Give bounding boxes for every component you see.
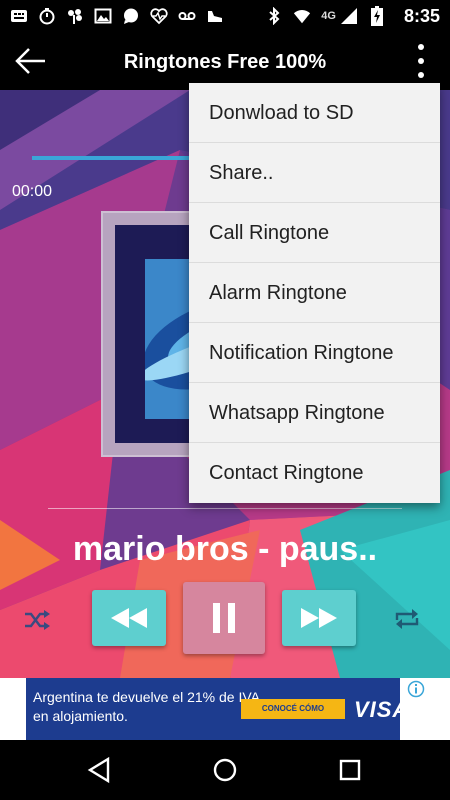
menu-item-alarm-ringtone[interactable]: Alarm Ringtone: [189, 263, 440, 323]
square-recents-icon: [339, 759, 361, 781]
shuffle-button[interactable]: [24, 610, 50, 630]
menu-item-share[interactable]: Share..: [189, 143, 440, 203]
voicemail-icon: [178, 7, 196, 25]
menu-item-notification-ringtone[interactable]: Notification Ringtone: [189, 323, 440, 383]
image-icon: [94, 7, 112, 25]
ad-content[interactable]: Argentina te devuelve el 21% de IVA en a…: [26, 678, 408, 740]
triangle-back-icon: [87, 756, 110, 784]
battery-charging-icon: [368, 6, 386, 26]
network-type-label: 4G: [321, 10, 336, 22]
divider: [48, 508, 402, 509]
pause-button[interactable]: [183, 582, 265, 654]
song-title: mario bros - paus..: [72, 530, 378, 568]
status-bar-notifications: [10, 7, 224, 25]
signal-icon: [340, 7, 358, 25]
nav-back-button[interactable]: [86, 756, 114, 784]
page-title: Ringtones Free 100%: [123, 51, 327, 73]
status-time: 8:35: [403, 5, 440, 26]
ad-cta-button[interactable]: CONOCÉ CÓMO: [241, 699, 345, 719]
rewind-icon: [111, 608, 147, 628]
status-bar-system: 4G 8:35: [265, 6, 440, 27]
status-bar: 4G 8:35: [0, 0, 450, 32]
fast-forward-button[interactable]: [282, 590, 356, 646]
repeat-icon: [395, 609, 419, 629]
nav-home-button[interactable]: [211, 756, 239, 784]
stopwatch-icon: [38, 7, 56, 25]
menu-item-whatsapp-ringtone[interactable]: Whatsapp Ringtone: [189, 383, 440, 443]
time-elapsed: 00:00: [12, 183, 53, 200]
info-icon[interactable]: [407, 680, 425, 698]
chat-icon: [122, 7, 140, 25]
tree-icon: [66, 7, 84, 25]
fast-forward-icon: [301, 608, 337, 628]
repeat-button[interactable]: [394, 608, 420, 630]
navigation-bar: [0, 740, 450, 800]
menu-item-contact-ringtone[interactable]: Contact Ringtone: [189, 443, 440, 503]
menu-item-call-ringtone[interactable]: Call Ringtone: [189, 203, 440, 263]
more-vert-icon: [418, 44, 424, 50]
ad-brand-logo: VISA: [354, 697, 410, 722]
bluetooth-icon: [265, 7, 283, 25]
overflow-menu: Donwload to SD Share.. Call Ringtone Ala…: [189, 83, 440, 503]
wifi-icon: [293, 7, 311, 25]
app-bar: Ringtones Free 100%: [0, 32, 450, 90]
pause-icon: [213, 603, 235, 633]
health-icon: [150, 7, 168, 25]
rewind-button[interactable]: [92, 590, 166, 646]
shuffle-icon: [25, 610, 50, 630]
shoe-icon: [206, 7, 224, 25]
overflow-menu-button[interactable]: [416, 44, 426, 78]
ad-banner[interactable]: Argentina te devuelve el 21% de IVA en a…: [0, 678, 450, 740]
ad-text: Argentina te devuelve el 21% de IVA en a…: [33, 689, 260, 724]
circle-home-icon: [213, 758, 237, 782]
grid-app-icon: [10, 7, 28, 25]
nav-recents-button[interactable]: [336, 756, 364, 784]
menu-item-download-sd[interactable]: Donwload to SD: [189, 83, 440, 143]
